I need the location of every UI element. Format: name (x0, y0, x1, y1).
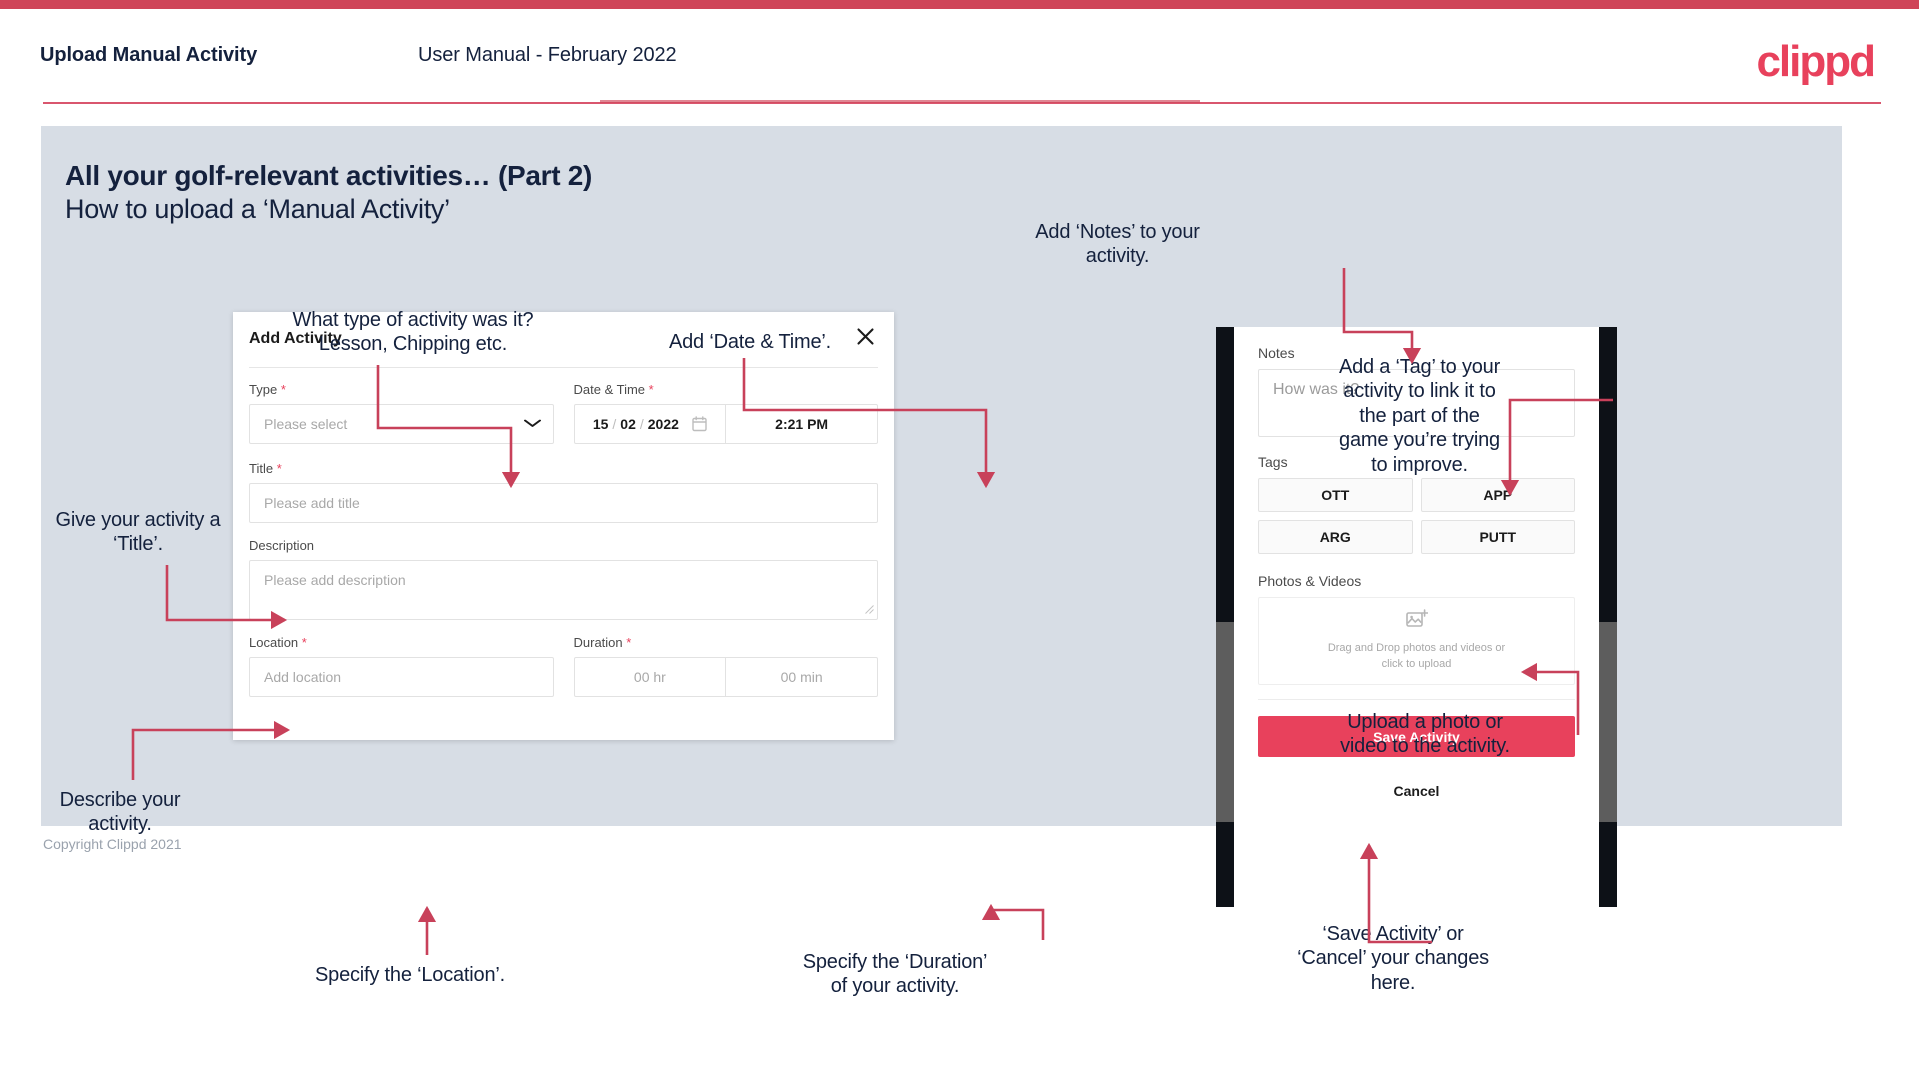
copyright-text: Copyright Clippd 2021 (43, 836, 182, 852)
description-field-group: Description Please add description (249, 538, 878, 620)
location-field-group: Location * Add location (249, 635, 554, 697)
type-label: Type * (249, 382, 554, 397)
annotation-title: Give your activity a ‘Title’. (55, 509, 221, 556)
dropzone-line-1: Drag and Drop photos and videos or (1327, 642, 1506, 655)
clippd-logo: clippd (1756, 37, 1876, 86)
required-asterisk: * (280, 382, 286, 397)
duration-label: Duration * (574, 635, 879, 650)
tag-button-app[interactable]: APP (1420, 478, 1575, 512)
title-field-group: Title * Please add title (249, 461, 878, 523)
location-label-text: Location (249, 635, 299, 650)
photo-upload-dropzone[interactable]: Drag and Drop photos and videos or click… (1258, 597, 1575, 685)
resize-grip-icon[interactable] (865, 605, 874, 617)
location-duration-row: Location * Add location Duration * 00 hr (249, 635, 878, 697)
date-year: 2022 (647, 416, 679, 432)
add-activity-dialog: Add Activity Type * Please select Date &… (233, 312, 894, 740)
tag-button-ott[interactable]: OTT (1258, 478, 1413, 512)
top-accent-bar (0, 0, 1919, 9)
title-input[interactable]: Please add title (249, 483, 878, 523)
description-placeholder: Please add description (264, 572, 406, 588)
location-placeholder: Add location (264, 669, 342, 685)
required-asterisk: * (301, 635, 307, 650)
dropzone-text: Drag and Drop photos and videos or click… (1328, 641, 1505, 673)
duration-minutes-input[interactable]: 00 min (726, 658, 877, 696)
annotation-type: What type of activity was it? Lesson, Ch… (292, 309, 534, 356)
dialog-body: Type * Please select Date & Time * 15 / … (249, 382, 878, 697)
tag-button-putt[interactable]: PUTT (1420, 520, 1575, 554)
duration-hours-value: 00 hr (633, 669, 666, 685)
photos-videos-label: Photos & Videos (1258, 573, 1362, 589)
datetime-control: 15 / 02 / 2022 2:21 PM (573, 404, 878, 444)
type-datetime-row: Type * Please select Date & Time * 15 / … (249, 382, 878, 444)
slide-subtitle: How to upload a ‘Manual Activity’ (65, 194, 450, 224)
header-divider-accent (600, 100, 1200, 103)
phone-bezel-left (1216, 327, 1234, 907)
datetime-field-group: Date & Time * 15 / 02 / 2022 2:21 PM (573, 382, 879, 444)
duration-field-group: Duration * 00 hr 00 min (573, 635, 879, 697)
location-input[interactable]: Add location (249, 657, 554, 697)
required-asterisk: * (648, 382, 654, 397)
phone-bezel-left-accent (1216, 622, 1234, 822)
duration-minutes-value: 00 min (780, 669, 823, 685)
type-field-group: Type * Please select (249, 382, 554, 444)
duration-control: 00 hr 00 min (573, 657, 878, 697)
dialog-divider (249, 367, 878, 368)
description-label-text: Description (249, 538, 315, 553)
document-subtitle: User Manual - February 2022 (418, 44, 677, 66)
annotation-location: Specify the ‘Location’. (315, 964, 505, 986)
annotation-datetime: Add ‘Date & Time’. (668, 331, 832, 353)
required-asterisk: * (276, 461, 282, 476)
datetime-label-text: Date & Time (573, 382, 646, 397)
arrow-duration (981, 903, 1045, 940)
phone-bezel-right (1599, 327, 1617, 907)
title-placeholder: Please add title (264, 495, 360, 511)
cancel-button[interactable]: Cancel (1258, 783, 1575, 799)
slide-title: All your golf-relevant activities… (Part… (65, 160, 593, 191)
duration-label-text: Duration (573, 635, 623, 650)
tag-button-arg[interactable]: ARG (1258, 520, 1413, 554)
tags-grid: OTT APP ARG PUTT (1258, 478, 1575, 554)
phone-divider (1258, 699, 1575, 700)
calendar-icon[interactable] (692, 416, 707, 432)
annotation-description: Describe your activity. (59, 789, 181, 836)
date-sep-1: / (612, 416, 617, 432)
type-label-text: Type (249, 382, 278, 397)
title-label: Title * (249, 461, 878, 476)
chevron-down-icon (523, 417, 541, 431)
location-label: Location * (249, 635, 554, 650)
page-title: Upload Manual Activity (40, 44, 258, 66)
description-label: Description (249, 538, 878, 553)
annotation-save-cancel: ‘Save Activity’ or ‘Cancel’ your changes… (1297, 923, 1489, 994)
dropzone-line-2: click to upload (1381, 658, 1452, 670)
phone-bezel-right-accent (1599, 622, 1617, 822)
title-label-text: Title (249, 461, 274, 476)
time-input[interactable]: 2:21 PM (726, 405, 877, 443)
description-textarea[interactable]: Please add description (249, 560, 878, 620)
date-day: 15 (592, 416, 609, 432)
slide-page: Upload Manual Activity User Manual - Feb… (0, 0, 1919, 1079)
datetime-label: Date & Time * (574, 382, 879, 397)
duration-hours-input[interactable]: 00 hr (575, 658, 727, 696)
type-placeholder: Please select (264, 416, 348, 432)
annotation-duration: Specify the ‘Duration’ of your activity. (802, 951, 988, 998)
annotation-notes: Add ‘Notes’ to your activity. (1035, 221, 1200, 268)
image-add-icon (1405, 609, 1428, 634)
date-sep-2: / (639, 416, 644, 432)
annotation-tags: Add a ‘Tag’ to your activity to link it … (1338, 356, 1501, 476)
type-select[interactable]: Please select (249, 404, 554, 444)
required-asterisk: * (626, 635, 632, 650)
annotation-upload: Upload a photo or video to the activity. (1340, 711, 1510, 758)
time-value: 2:21 PM (775, 416, 829, 432)
date-month: 02 (620, 416, 636, 432)
date-input[interactable]: 15 / 02 / 2022 (575, 405, 727, 443)
